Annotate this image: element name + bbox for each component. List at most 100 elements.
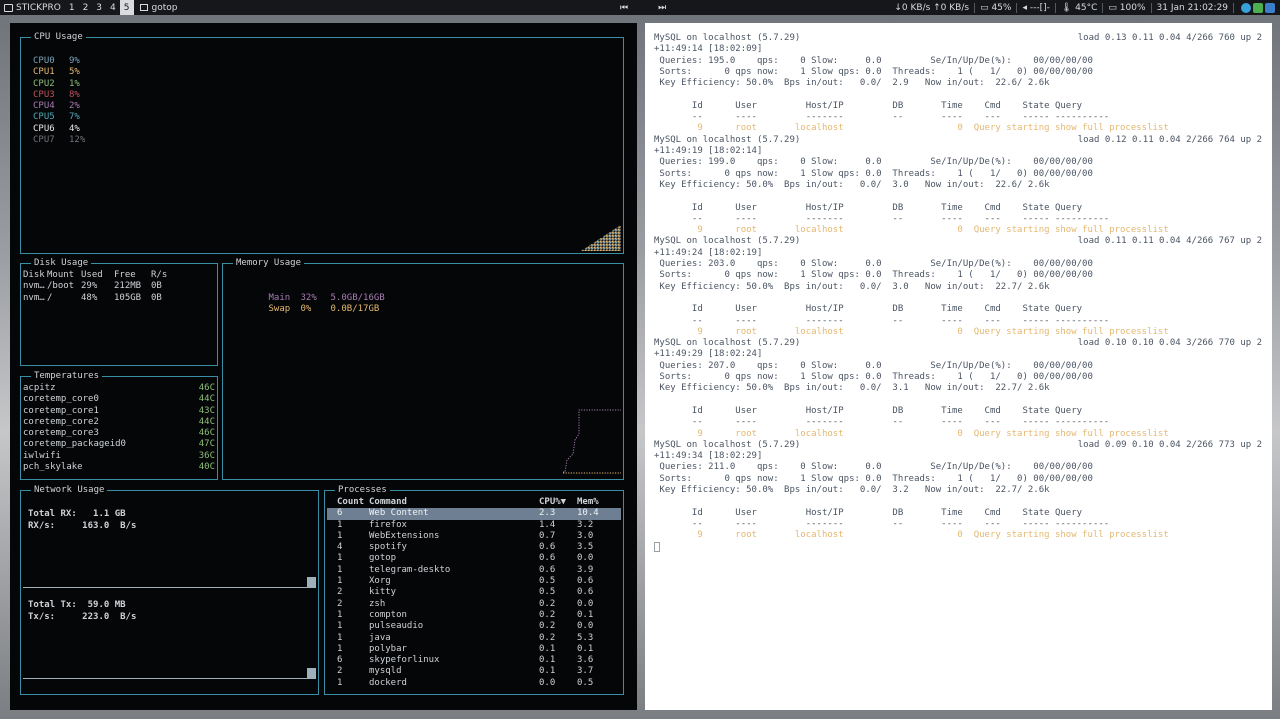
process-command: skypeforlinux — [369, 655, 440, 666]
sensor-value: 44C — [198, 416, 215, 427]
process-command: Web Content — [369, 508, 429, 519]
uptime-line: +11:49:14 [18:02:09] — [654, 44, 763, 55]
table-row[interactable]: 1 gotop 0.6 0.0 — [327, 553, 621, 564]
process-header-line: Id User Host/IP DB Time Cmd State Query — [654, 304, 1083, 315]
telegram-tray-icon[interactable] — [1241, 2, 1251, 13]
cpu-core-value: 7% — [69, 112, 80, 123]
table-row[interactable]: 2 zsh 0.2 0.0 — [327, 599, 621, 610]
workspace-2[interactable]: 2 — [79, 0, 93, 15]
process-mem: 3.5 — [577, 542, 594, 553]
table-row[interactable]: nvm… /boot 29% 212MB 0B — [23, 281, 167, 292]
used-header: Used — [81, 270, 103, 280]
cpu-core-name: CPU5 — [33, 112, 55, 123]
sensor-name: coretemp_core1 — [23, 405, 99, 416]
table-row[interactable]: 6 Web Content 2.3 10.4 — [327, 508, 621, 520]
tx-sparkline-bar — [307, 668, 316, 678]
terminal-cursor[interactable] — [654, 542, 660, 552]
process-command: pulseaudio — [369, 621, 424, 632]
sensor-value: 43C — [198, 405, 215, 416]
table-row[interactable]: 2 mysqld 0.1 3.7 — [327, 666, 621, 677]
sorts-line: Sorts: 0 qps now: 1 Slow qps: 0.0 Thread… — [654, 270, 1093, 281]
table-row[interactable]: 6 skypeforlinux 0.1 3.6 — [327, 655, 621, 666]
process-count: 1 — [337, 576, 343, 587]
process-count: 2 — [337, 598, 343, 609]
active-window[interactable]: gotop — [134, 3, 184, 13]
tray — [1233, 2, 1280, 13]
process-line: 9 root localhost 0 Query starting show f… — [654, 428, 1169, 439]
queries-line: Queries: 195.0 qps: 0 Slow: 0.0 Se/In/Up… — [654, 55, 1093, 66]
queries-line: Queries: 207.0 qps: 0 Slow: 0.0 Se/In/Up… — [654, 360, 1093, 371]
disk-used: 48% — [81, 292, 98, 303]
process-header-line: Id User Host/IP DB Time Cmd State Query — [654, 405, 1083, 416]
workspace-5[interactable]: 5 — [119, 0, 134, 15]
process-header-line: Id User Host/IP DB Time Cmd State Query — [654, 507, 1083, 518]
cpu-core-value: 2% — [69, 101, 80, 112]
temperature-row: coretemp_core3 46C — [23, 428, 215, 439]
process-cpu: 0.2 — [539, 609, 556, 620]
process-command: java — [369, 632, 391, 643]
process-count: 6 — [337, 508, 343, 519]
process-count: 1 — [337, 609, 343, 620]
process-count: 2 — [337, 587, 343, 598]
sensor-name: coretemp_core2 — [23, 416, 99, 427]
cpu-core-value: 1% — [69, 78, 80, 89]
cpu-core-row: CPU3 8% — [33, 90, 85, 101]
table-row[interactable]: 1 Xorg 0.5 0.6 — [327, 576, 621, 587]
key-efficiency-line: Key Efficiency: 50.0% Bps in/out: 0.0/ 3… — [654, 281, 1050, 292]
process-mem: 0.0 — [577, 598, 594, 609]
table-row[interactable]: nvm… / 48% 105GB 0B — [23, 293, 167, 304]
cpu-core-value: 4% — [69, 123, 80, 134]
network-rx-total: Total RX: 1.1 GB — [28, 509, 126, 519]
table-row[interactable]: 1 polybar 0.1 0.1 — [327, 644, 621, 655]
process-count: 6 — [337, 655, 343, 666]
next-track-icon[interactable]: ⏭ — [658, 3, 666, 13]
disk-header-row: Disk Mount Used Free R/s — [23, 270, 167, 281]
table-row[interactable]: 1 firefox 1.4 3.2 — [327, 520, 621, 531]
cpu-header[interactable]: CPU%▼ — [539, 497, 577, 508]
workspace-1[interactable]: 1 — [65, 0, 79, 15]
disk-free: 212MB — [114, 281, 142, 292]
queries-line: Queries: 199.0 qps: 0 Slow: 0.0 Se/In/Up… — [654, 157, 1093, 168]
temperatures-panel: Temperatures acpitz 46C coretemp_core0 44C c… — [20, 371, 218, 480]
process-count: 1 — [337, 564, 343, 575]
process-cpu: 0.2 — [539, 598, 556, 609]
table-row[interactable]: 1 java 0.2 5.3 — [327, 633, 621, 644]
table-row[interactable]: 1 dockerd 0.0 0.5 — [327, 678, 621, 689]
workspace-3[interactable]: 3 — [92, 0, 106, 15]
table-row[interactable]: 1 pulseaudio 0.2 0.0 — [327, 621, 621, 632]
process-cpu: 0.1 — [539, 655, 556, 666]
process-count: 4 — [337, 542, 343, 553]
process-command: compton — [369, 609, 407, 620]
command-header[interactable]: Command — [369, 497, 539, 508]
cpu-core-name: CPU7 — [33, 135, 55, 146]
mytop-terminal[interactable]: MySQL on localhost (5.7.29) load 0.13 0.1… — [645, 23, 1272, 710]
process-mem: 3.6 — [577, 655, 594, 666]
table-row[interactable]: 2 kitty 0.5 0.6 — [327, 587, 621, 598]
check-tray-icon[interactable] — [1253, 2, 1263, 13]
temperature-row: pch_skylake 40C — [23, 462, 215, 473]
load-line: load 0.11 0.11 0.04 4/266 767 up 2 — [1077, 236, 1262, 247]
mem-header[interactable]: Mem% — [577, 497, 621, 508]
table-row[interactable]: 1 telegram-deskto 0.6 3.9 — [327, 565, 621, 576]
volume[interactable]: ◂ ---[]- — [1016, 2, 1054, 13]
process-command: zsh — [369, 598, 386, 609]
table-row[interactable]: 4 spotify 0.6 3.5 — [327, 542, 621, 553]
dropbox-tray-icon[interactable] — [1265, 2, 1275, 13]
table-row[interactable]: 1 compton 0.2 0.1 — [327, 610, 621, 621]
disk-mount: / — [47, 292, 53, 303]
sensor-value: 46C — [198, 428, 215, 439]
process-command: spotify — [369, 542, 407, 553]
sensor-value: 47C — [198, 439, 215, 450]
network-tx-rate: Tx/s: 223.0 B/s — [28, 612, 137, 622]
cpu-usage-title: CPU Usage — [31, 32, 86, 43]
process-command: Xorg — [369, 576, 391, 587]
sensor-name: pch_skylake — [23, 462, 83, 473]
gotop-window[interactable]: CPU Usage CPU0 9% CPU1 5% CPU2 1% CPU3 8% CPU4 2%… — [10, 23, 637, 710]
table-row[interactable]: 1 WebExtensions 0.7 3.0 — [327, 531, 621, 542]
previous-track-icon[interactable]: ⏮ — [620, 3, 628, 13]
count-header[interactable]: Count — [327, 497, 369, 508]
workspace-4[interactable]: 4 — [106, 0, 120, 15]
process-count: 2 — [337, 666, 343, 677]
process-command: mysqld — [369, 666, 402, 677]
process-command: gotop — [369, 553, 397, 564]
